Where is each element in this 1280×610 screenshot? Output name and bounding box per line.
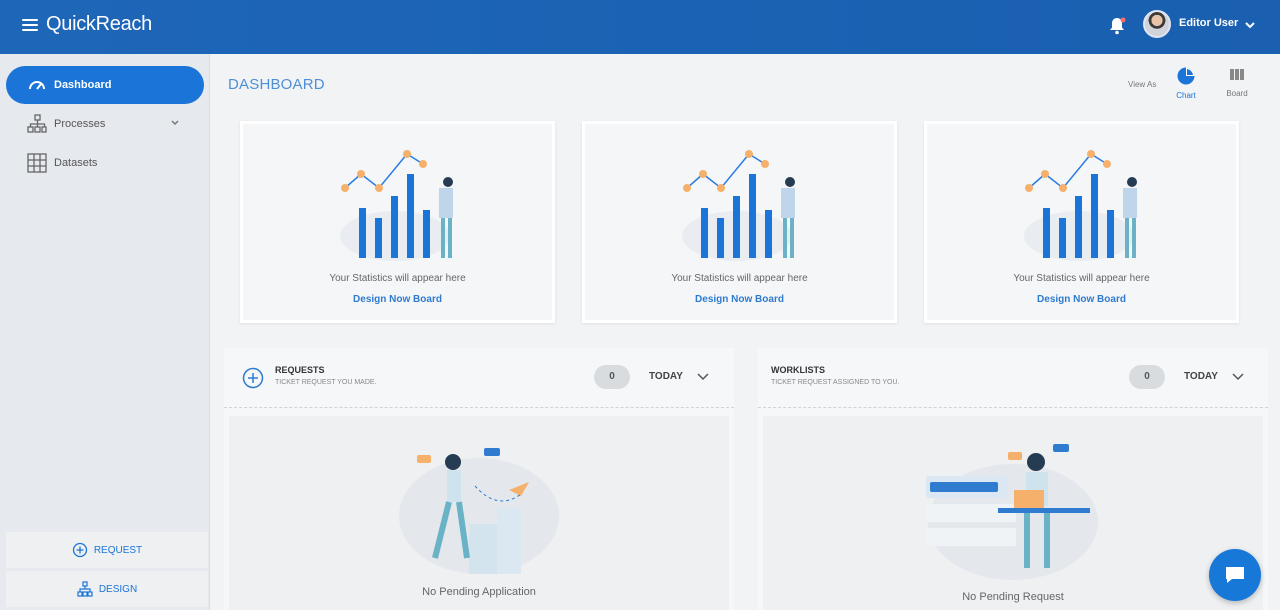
design-button[interactable]: DESIGN <box>6 571 208 607</box>
sidebar-item-datasets[interactable]: Datasets <box>6 144 204 182</box>
view-board-button[interactable]: Board <box>1217 66 1257 98</box>
view-chart-label: Chart <box>1176 91 1196 100</box>
no-request-illustration <box>926 444 1098 580</box>
app-logo[interactable]: QuickReach <box>46 13 152 36</box>
dashboard-icon <box>26 74 48 96</box>
chart-icon <box>1177 67 1195 85</box>
processes-icon <box>26 113 48 135</box>
chevron-down-icon[interactable] <box>1243 18 1257 32</box>
view-chart-button[interactable]: Chart <box>1166 66 1206 100</box>
design-label: DESIGN <box>98 583 138 595</box>
stat-empty-text: Your Statistics will appear here <box>329 273 466 284</box>
plus-circle-icon[interactable] <box>242 367 264 389</box>
no-application-illustration <box>399 448 559 574</box>
sidebar-item-dashboard[interactable]: Dashboard <box>6 66 204 104</box>
design-now-board-link[interactable]: Design Now Board <box>585 294 894 305</box>
stat-card: Your Statistics will appear here Design … <box>582 121 897 323</box>
sidebar-item-processes[interactable]: Processes <box>6 105 204 143</box>
design-now-board-link[interactable]: Design Now Board <box>927 294 1236 305</box>
chevron-down-icon[interactable] <box>1231 370 1245 384</box>
design-now-board-link[interactable]: Design Now Board <box>243 294 552 305</box>
worklists-empty-text: No Pending Request <box>962 591 1064 603</box>
sidebar-item-label: Datasets <box>54 157 98 169</box>
top-bar: QuickReach Editor User <box>0 0 1280 54</box>
request-button[interactable]: REQUEST <box>6 532 208 568</box>
statistics-illustration <box>682 150 795 261</box>
requests-empty-text: No Pending Application <box>422 586 536 598</box>
worklists-count-badge: 0 <box>1129 365 1165 389</box>
design-icon <box>77 581 93 597</box>
worklists-header: WORKLISTS TICKET REQUEST ASSIGNED TO YOU… <box>758 348 1268 408</box>
chat-button[interactable] <box>1209 549 1261 601</box>
statistics-illustration <box>1024 150 1137 261</box>
stat-card: Your Statistics will appear here Design … <box>240 121 555 323</box>
worklists-panel: WORKLISTS TICKET REQUEST ASSIGNED TO YOU… <box>758 348 1268 610</box>
chevron-down-icon <box>171 120 179 126</box>
menu-icon[interactable] <box>22 19 38 33</box>
sidebar: Dashboard Processes Datasets REQUEST DES… <box>0 54 210 610</box>
avatar[interactable] <box>1143 10 1171 38</box>
sidebar-item-label: Dashboard <box>54 79 112 91</box>
worklists-period[interactable]: TODAY <box>1184 371 1218 382</box>
stat-empty-text: Your Statistics will appear here <box>1013 273 1150 284</box>
requests-panel: REQUESTS TICKET REQUEST YOU MADE. 0 TODA… <box>224 348 734 610</box>
chevron-down-icon[interactable] <box>696 370 710 384</box>
bell-icon[interactable] <box>1106 15 1128 37</box>
worklists-body: No Pending Request <box>763 416 1263 610</box>
sidebar-item-label: Processes <box>54 118 106 130</box>
worklists-title: WORKLISTS <box>771 365 825 375</box>
datasets-icon <box>26 152 48 174</box>
stat-card: Your Statistics will appear here Design … <box>924 121 1239 323</box>
requests-body: No Pending Application <box>229 416 729 610</box>
worklists-subtitle: TICKET REQUEST ASSIGNED TO YOU. <box>771 379 900 386</box>
stat-empty-text: Your Statistics will appear here <box>671 273 808 284</box>
requests-period[interactable]: TODAY <box>649 371 683 382</box>
requests-header: REQUESTS TICKET REQUEST YOU MADE. 0 TODA… <box>224 348 734 408</box>
request-label: REQUEST <box>93 544 143 556</box>
username[interactable]: Editor User <box>1179 17 1238 29</box>
chat-icon <box>1226 567 1244 583</box>
statistics-illustration <box>340 150 453 261</box>
requests-subtitle: TICKET REQUEST YOU MADE. <box>275 379 377 386</box>
requests-title: REQUESTS <box>275 365 325 375</box>
requests-count-badge: 0 <box>594 365 630 389</box>
page-title: DASHBOARD <box>228 76 325 93</box>
view-as-label: View As <box>1128 80 1157 89</box>
view-board-label: Board <box>1226 89 1248 98</box>
plus-circle-icon <box>72 542 88 558</box>
board-icon <box>1230 69 1244 80</box>
